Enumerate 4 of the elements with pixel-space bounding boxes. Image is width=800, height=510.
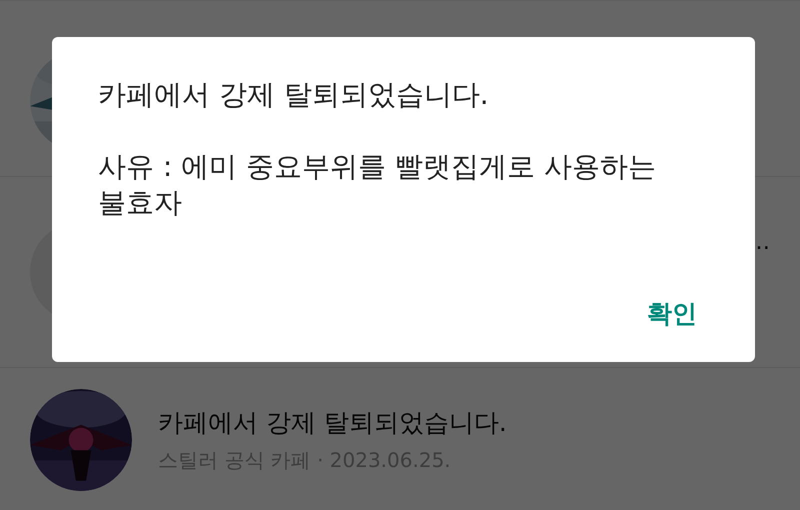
dialog-reason: 사유 : 에미 중요부위를 빨랫집게로 사용하는 불효자 — [98, 149, 657, 221]
dialog-message: 카페에서 강제 탈퇴되었습니다. — [98, 77, 490, 113]
notification-title: 카페에서 강제 탈퇴되었습니다. — [158, 407, 508, 439]
confirm-button[interactable]: 확인 — [635, 289, 709, 338]
